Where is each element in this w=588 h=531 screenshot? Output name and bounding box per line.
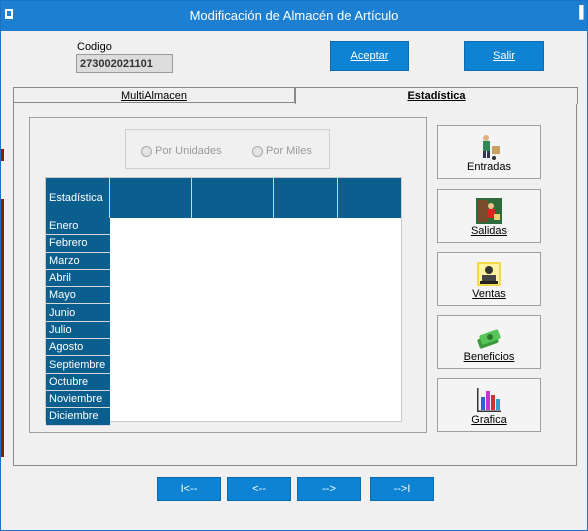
radio-dot-icon <box>252 145 263 157</box>
grid-header-cell <box>110 178 192 218</box>
left-edge-bar <box>1 199 4 457</box>
aceptar-button[interactable]: Aceptar <box>330 41 409 71</box>
salidas-button[interactable]: Salidas <box>437 189 541 243</box>
salir-button[interactable]: Salir <box>464 41 544 71</box>
codigo-label: Codigo <box>77 41 112 53</box>
grafica-button[interactable]: Grafica <box>437 378 541 432</box>
radio-por-unidades[interactable]: Por Unidades <box>141 145 222 157</box>
entradas-button[interactable]: Entradas <box>437 125 541 179</box>
tab-multialmacen[interactable]: MultiAlmacen <box>13 87 295 103</box>
unit-radio-group: Por Unidades Por Miles <box>125 129 330 169</box>
first-record-label: I<-- <box>180 483 198 495</box>
codigo-field[interactable] <box>76 54 173 73</box>
grafica-icon <box>477 388 501 412</box>
month-row[interactable]: Septiembre <box>46 356 110 374</box>
radio-dot-icon <box>141 145 152 157</box>
left-edge-mark <box>1 149 4 161</box>
radio-por-miles-label: Por Miles <box>266 145 312 157</box>
month-row[interactable]: Agosto <box>46 339 110 357</box>
ventas-icon <box>477 262 501 286</box>
ventas-label: Ventas <box>472 288 506 300</box>
entradas-label: Entradas <box>466 161 512 173</box>
month-row[interactable]: Abril <box>46 269 110 288</box>
tab-estadistica-label: Estadística <box>407 90 466 102</box>
grid-header-cell <box>338 178 402 218</box>
aceptar-label: Aceptar <box>350 50 389 62</box>
month-row[interactable]: Diciembre <box>46 408 110 426</box>
grafica-label: Grafica <box>471 414 507 426</box>
window-title: Modificación de Almacén de Artículo <box>189 8 399 23</box>
tab-estadistica[interactable]: Estadística <box>295 87 578 104</box>
beneficios-icon <box>477 329 501 349</box>
beneficios-button[interactable]: Beneficios <box>437 315 541 369</box>
ventas-button[interactable]: Ventas <box>437 252 541 306</box>
previous-record-button[interactable]: <-- <box>227 477 291 501</box>
radio-por-unidades-label: Por Unidades <box>155 145 222 157</box>
tab-multialmacen-label: MultiAlmacen <box>120 90 188 102</box>
grid-header-cell <box>192 178 274 218</box>
salidas-label: Salidas <box>470 225 508 237</box>
window: Modificación de Almacén de Artículo ▐ Co… <box>0 0 588 531</box>
title-bar: Modificación de Almacén de Artículo ▐ <box>1 1 587 31</box>
grid-header-cell <box>274 178 338 218</box>
next-record-button[interactable]: --> <box>297 477 361 501</box>
beneficios-label: Beneficios <box>463 351 515 363</box>
last-record-button[interactable]: -->I <box>370 477 434 501</box>
month-row[interactable]: Noviembre <box>46 390 110 409</box>
last-record-label: -->I <box>393 483 411 495</box>
previous-record-label: <-- <box>252 483 266 495</box>
radio-por-miles[interactable]: Por Miles <box>252 145 312 157</box>
close-icon[interactable]: ▐ <box>575 5 585 19</box>
stats-grid[interactable]: Estadística Enero Febrero Marzo Abril Ma… <box>45 177 402 426</box>
month-rows: Enero Febrero Marzo Abril Mayo Junio Jul… <box>46 218 110 426</box>
month-row[interactable]: Junio <box>46 304 110 322</box>
tab-strip: MultiAlmacen Estadística <box>13 87 578 104</box>
grid-header-row: Estadística <box>46 178 402 218</box>
month-row[interactable]: Marzo <box>46 252 110 270</box>
month-row[interactable]: Mayo <box>46 287 110 305</box>
next-record-label: --> <box>322 483 336 495</box>
month-row[interactable]: Febrero <box>46 235 110 253</box>
month-row[interactable]: Enero <box>46 218 110 236</box>
salir-label: Salir <box>492 50 515 62</box>
grid-header-label: Estadística <box>46 178 110 218</box>
month-row[interactable]: Octubre <box>46 373 110 391</box>
entradas-icon <box>483 135 500 160</box>
month-row[interactable]: Julio <box>46 321 110 340</box>
salidas-icon <box>476 198 502 224</box>
first-record-button[interactable]: I<-- <box>157 477 221 501</box>
